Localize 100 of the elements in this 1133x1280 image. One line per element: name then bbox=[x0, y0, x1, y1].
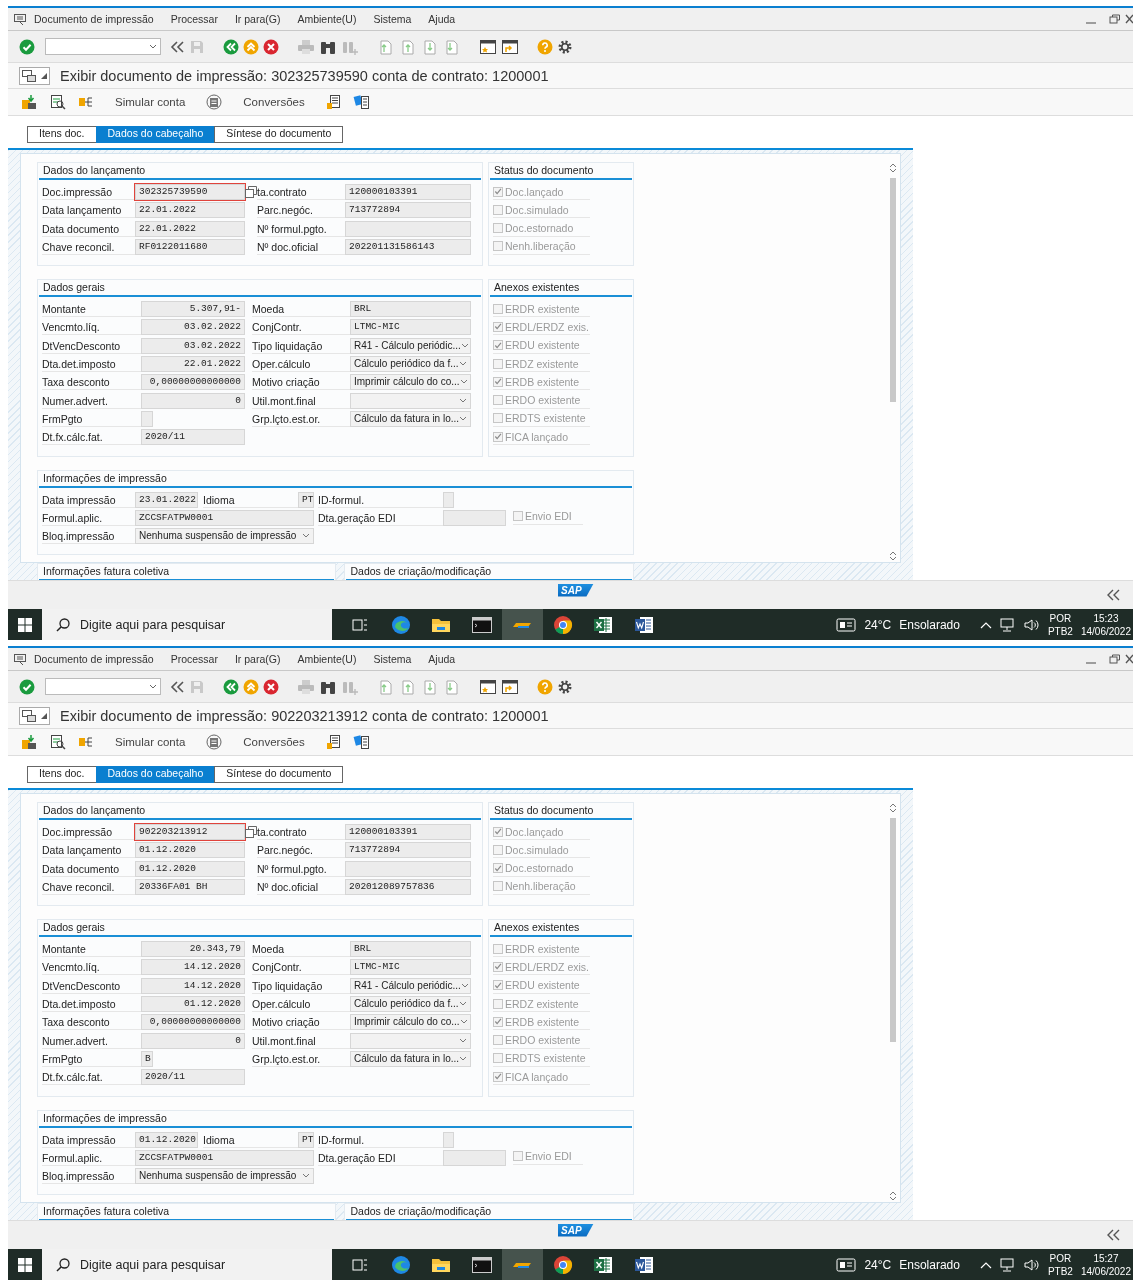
hierarchy-icon[interactable] bbox=[77, 94, 95, 110]
search-box[interactable]: Digite aqui para pesquisar bbox=[42, 609, 332, 640]
checkbox[interactable] bbox=[493, 844, 503, 855]
dropdown-field[interactable] bbox=[350, 1032, 471, 1049]
checkbox[interactable] bbox=[493, 223, 503, 234]
menu-item[interactable]: Ir para(G) bbox=[234, 13, 281, 25]
tab[interactable]: Síntese do documento bbox=[214, 126, 344, 143]
scroll-up-icon[interactable] bbox=[889, 1190, 897, 1196]
browser-icon[interactable] bbox=[390, 1254, 411, 1275]
screen-menu-button[interactable] bbox=[19, 66, 50, 85]
checkbox[interactable] bbox=[493, 376, 503, 387]
shortcut-window-icon[interactable] bbox=[501, 678, 519, 695]
temperature[interactable]: 24°C bbox=[864, 617, 892, 632]
terminal-icon[interactable] bbox=[471, 616, 492, 633]
document-app-icon[interactable] bbox=[633, 615, 654, 634]
input-field[interactable]: 902203213912 bbox=[135, 824, 245, 840]
dropdown-field[interactable] bbox=[350, 392, 471, 409]
calculator-icon[interactable] bbox=[205, 94, 224, 110]
scroll-up-icon[interactable] bbox=[889, 550, 897, 556]
windows-icon[interactable] bbox=[18, 617, 32, 632]
temperature[interactable]: 24°C bbox=[864, 1257, 892, 1272]
dropdown-field[interactable]: R41 - Cálculo periódic... bbox=[350, 977, 471, 994]
gear-icon[interactable] bbox=[557, 678, 573, 695]
scroll-down-icon[interactable] bbox=[889, 808, 897, 814]
command-field[interactable] bbox=[45, 38, 161, 55]
input-field[interactable]: PT bbox=[298, 1131, 314, 1148]
scroll-up-icon[interactable] bbox=[889, 162, 897, 168]
dropdown-field[interactable]: Imprimir cálculo do co... bbox=[350, 1014, 471, 1031]
menu-icon[interactable] bbox=[14, 13, 26, 25]
checkbox[interactable] bbox=[513, 511, 523, 522]
double-chevron-icon[interactable] bbox=[1107, 1229, 1121, 1241]
transfer-icon[interactable] bbox=[21, 734, 39, 750]
input-field[interactable]: 20336FA01 BH bbox=[135, 878, 245, 895]
simulate-account-button[interactable]: Simular conta bbox=[105, 96, 196, 108]
exit-icon[interactable] bbox=[243, 678, 259, 695]
command-field[interactable] bbox=[45, 678, 161, 695]
input-field[interactable]: 22.01.2022 bbox=[135, 220, 245, 237]
check-icon[interactable] bbox=[19, 38, 35, 55]
weather-icon[interactable] bbox=[836, 617, 857, 632]
input-field[interactable]: 20.343,79 bbox=[141, 941, 245, 958]
speaker-icon[interactable] bbox=[1023, 1257, 1040, 1272]
document-list-icon[interactable] bbox=[324, 734, 343, 750]
checkbox[interactable] bbox=[493, 395, 503, 406]
input-field[interactable]: ZCCSFATPW0001 bbox=[135, 1149, 314, 1166]
tab[interactable]: Itens doc. bbox=[27, 126, 97, 143]
checkbox[interactable] bbox=[493, 204, 503, 215]
dropdown-field[interactable]: Cálculo da fatura in lo... bbox=[350, 1050, 471, 1067]
input-field[interactable]: RF0122011680 bbox=[135, 238, 245, 255]
input-field[interactable]: LTMC-MIC bbox=[350, 319, 471, 336]
spreadsheet-icon[interactable] bbox=[593, 1255, 614, 1274]
input-field[interactable]: 14.12.2020 bbox=[141, 977, 245, 994]
double-chevron-icon[interactable] bbox=[169, 678, 185, 695]
simulate-account-button[interactable]: Simular conta bbox=[105, 736, 196, 748]
checkbox[interactable] bbox=[513, 1151, 523, 1162]
checkbox[interactable] bbox=[493, 358, 503, 369]
input-field[interactable]: 302325739590 bbox=[135, 184, 245, 200]
document-search-icon[interactable] bbox=[49, 94, 67, 110]
input-field[interactable]: 01.12.2020 bbox=[135, 860, 245, 877]
windows-icon[interactable] bbox=[18, 1257, 32, 1272]
menu-item[interactable]: Ajuda bbox=[428, 653, 456, 665]
transfer-icon[interactable] bbox=[21, 94, 39, 110]
input-field[interactable]: ZCCSFATPW0001 bbox=[135, 509, 314, 526]
hierarchy-icon[interactable] bbox=[77, 734, 95, 750]
language-indicator[interactable]: POR PTB2 bbox=[1047, 1251, 1073, 1278]
tab[interactable]: Síntese do documento bbox=[214, 766, 344, 783]
input-field[interactable] bbox=[345, 860, 471, 877]
input-field[interactable]: 713772894 bbox=[345, 842, 471, 859]
document-list-icon[interactable] bbox=[324, 94, 343, 110]
chevron-up-icon[interactable] bbox=[979, 1260, 992, 1269]
input-field[interactable]: 202201131586143 bbox=[345, 238, 471, 255]
check-icon[interactable] bbox=[19, 678, 35, 695]
spreadsheet-icon[interactable] bbox=[593, 615, 614, 634]
checkbox[interactable] bbox=[493, 413, 503, 424]
input-field[interactable] bbox=[443, 1149, 506, 1166]
files-icon[interactable] bbox=[352, 94, 371, 110]
cancel-icon[interactable] bbox=[263, 38, 279, 55]
menu-item[interactable]: Processar bbox=[170, 13, 218, 25]
input-field[interactable] bbox=[443, 509, 506, 526]
checkbox[interactable] bbox=[493, 826, 503, 837]
input-field[interactable] bbox=[141, 410, 153, 427]
menu-item[interactable]: Sistema bbox=[373, 13, 412, 25]
exit-icon[interactable] bbox=[243, 38, 259, 55]
scroll-down-icon[interactable] bbox=[889, 556, 897, 562]
checkbox[interactable] bbox=[493, 863, 503, 874]
input-field[interactable] bbox=[443, 1131, 454, 1148]
checkbox[interactable] bbox=[493, 322, 503, 332]
gear-icon[interactable] bbox=[557, 38, 573, 55]
menu-item[interactable]: Documento de impressão bbox=[34, 13, 154, 25]
clock[interactable]: 15:27 14/06/2022 bbox=[1080, 1251, 1131, 1278]
back-icon[interactable] bbox=[223, 678, 239, 695]
input-field[interactable]: 22.01.2022 bbox=[135, 202, 245, 219]
input-field[interactable]: 202012089757836 bbox=[345, 878, 471, 895]
speaker-icon[interactable] bbox=[1023, 617, 1040, 632]
input-field[interactable]: 01.12.2020 bbox=[135, 842, 245, 859]
input-field[interactable]: 01.12.2020 bbox=[141, 996, 245, 1013]
menu-item[interactable]: Sistema bbox=[373, 653, 412, 665]
conversions-button[interactable]: Conversões bbox=[233, 96, 315, 108]
menu-item[interactable]: Ambiente(U) bbox=[297, 653, 357, 665]
menu-item[interactable]: Processar bbox=[170, 653, 218, 665]
checkbox[interactable] bbox=[493, 303, 503, 314]
